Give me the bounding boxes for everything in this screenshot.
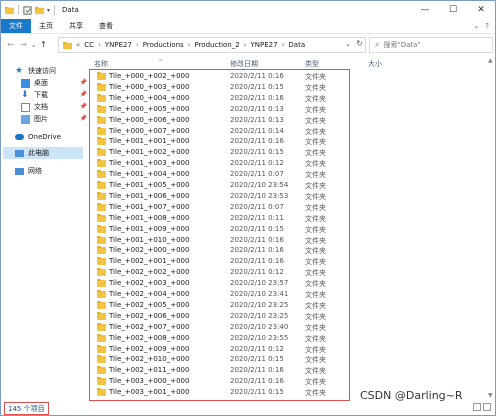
sidebar-item-network[interactable]: 网络 [15,165,42,177]
sidebar-item-label: 桌面 [34,79,48,87]
breadcrumb-data[interactable]: Data [288,41,305,49]
sidebar-item-desktop[interactable]: 桌面 📌 [21,77,87,89]
breadcrumb-separator[interactable]: › [282,41,285,49]
window-title: Data [62,6,79,14]
status-bar: 145 个项目 [1,401,495,415]
sidebar-item-label: 网络 [28,167,42,175]
scroll-up-icon[interactable]: ▲ [488,57,493,64]
navigation-bar: ← → ⌄ ↑ « CC › YNPE27 › Productions › Pr… [1,34,495,54]
document-icon [21,102,30,112]
tab-view[interactable]: 查看 [91,19,121,33]
help-icon[interactable]: ? [485,22,489,30]
quick-access-toolbar: ▾ [5,5,56,15]
toolbar-separator [54,5,56,15]
breadcrumb-ynpe27[interactable]: YNPE27 [105,41,132,49]
address-bar[interactable]: « CC › YNPE27 › Productions › Production… [58,37,366,53]
details-view-icon[interactable] [473,403,481,411]
pin-icon[interactable]: 📌 [80,91,87,98]
breadcrumb-separator[interactable]: › [98,41,101,49]
recent-locations-button[interactable]: ⌄ [30,37,37,51]
pin-icon[interactable]: 📌 [80,103,87,110]
large-icons-view-icon[interactable] [483,403,491,411]
explorer-window: ▾ Data — ☐ ✕ 文件 主页 共享 查看 ⌄ ? ← → ⌄ ↑ « C… [0,0,496,416]
tab-file[interactable]: 文件 [1,19,31,33]
back-button[interactable]: ← [4,37,17,51]
navigation-pane: ★ 快速访问 桌面 📌 ⬇ 下载 📌 文档 📌 图片 📌 OneDrive 此电… [1,57,87,399]
vertical-scrollbar[interactable]: ▲ ▼ [487,57,495,399]
new-folder-icon[interactable] [35,6,44,15]
title-bar: ▾ Data — ☐ ✕ [1,1,495,19]
pictures-icon [21,114,30,124]
column-headers: ^ 名称 修改日期 类型 大小 [88,57,493,69]
ribbon-tabs: 文件 主页 共享 查看 ⌄ ? [1,19,495,34]
close-button[interactable]: ✕ [467,1,495,19]
pin-icon[interactable]: 📌 [80,79,87,86]
sidebar-item-downloads[interactable]: ⬇ 下载 📌 [21,89,87,101]
up-button[interactable]: ↑ [37,37,50,51]
scroll-down-icon[interactable]: ▼ [488,392,493,399]
breadcrumb-separator[interactable]: › [136,41,139,49]
network-icon [15,167,24,175]
search-icon: ⌕ [375,40,380,49]
folder-icon [63,41,72,49]
sort-arrow-icon: ^ [158,59,164,66]
star-icon: ★ [15,65,24,76]
breadcrumb-separator: « [76,41,81,49]
column-header-date[interactable]: 修改日期 [230,59,258,69]
tab-home[interactable]: 主页 [31,19,61,33]
sidebar-item-label: 文档 [34,103,48,111]
download-icon: ⬇ [21,89,29,100]
item-count: 145 个项目 [4,402,49,415]
column-header-size[interactable]: 大小 [368,59,382,69]
pin-icon[interactable]: 📌 [80,115,87,122]
sidebar-item-pictures[interactable]: 图片 📌 [21,113,87,125]
desktop-icon [21,78,30,88]
address-dropdown-icon[interactable]: ⌄ [345,40,351,48]
maximize-button[interactable]: ☐ [439,1,467,19]
cloud-icon [15,134,24,140]
view-switcher [473,403,491,411]
sidebar-item-label: 快速访问 [28,67,56,75]
column-header-name[interactable]: 名称 [94,59,108,69]
sidebar-item-documents[interactable]: 文档 📌 [21,101,87,113]
breadcrumb-ynpe27-sub[interactable]: YNPE27 [251,41,278,49]
sidebar-item-label: 图片 [34,115,48,123]
sidebar-item-label: 下载 [34,91,48,99]
breadcrumb-separator[interactable]: › [244,41,247,49]
search-box[interactable]: ⌕ 搜索"Data" [369,37,493,53]
folder-icon [5,6,14,14]
forward-button[interactable]: → [17,37,30,51]
customize-toolbar-icon[interactable]: ▾ [47,7,50,14]
refresh-icon[interactable]: ↻ [356,39,363,48]
sidebar-item-this-pc[interactable]: 此电脑 [3,147,83,159]
expand-ribbon-icon[interactable]: ⌄ [473,22,479,30]
breadcrumb-productions[interactable]: Productions [143,41,184,49]
highlight-box [89,69,350,401]
sidebar-item-onedrive[interactable]: OneDrive [15,131,61,143]
sidebar-item-label: OneDrive [28,133,61,141]
tab-share[interactable]: 共享 [61,19,91,33]
properties-icon[interactable] [23,5,32,15]
ribbon-right-controls: ⌄ ? [473,22,495,30]
sidebar-item-quick-access[interactable]: ★ 快速访问 [15,65,56,77]
minimize-button[interactable]: — [411,1,439,19]
computer-icon [15,149,24,157]
column-header-type[interactable]: 类型 [305,59,319,69]
breadcrumb-production-2[interactable]: Production_2 [194,41,239,49]
sidebar-item-label: 此电脑 [28,149,49,157]
window-controls: — ☐ ✕ [411,1,495,19]
watermark: CSDN @Darling~R [360,389,463,402]
breadcrumb-cc[interactable]: CC [84,41,94,49]
breadcrumb-separator[interactable]: › [188,41,191,49]
search-placeholder: 搜索"Data" [383,41,421,49]
toolbar-separator [18,5,19,15]
